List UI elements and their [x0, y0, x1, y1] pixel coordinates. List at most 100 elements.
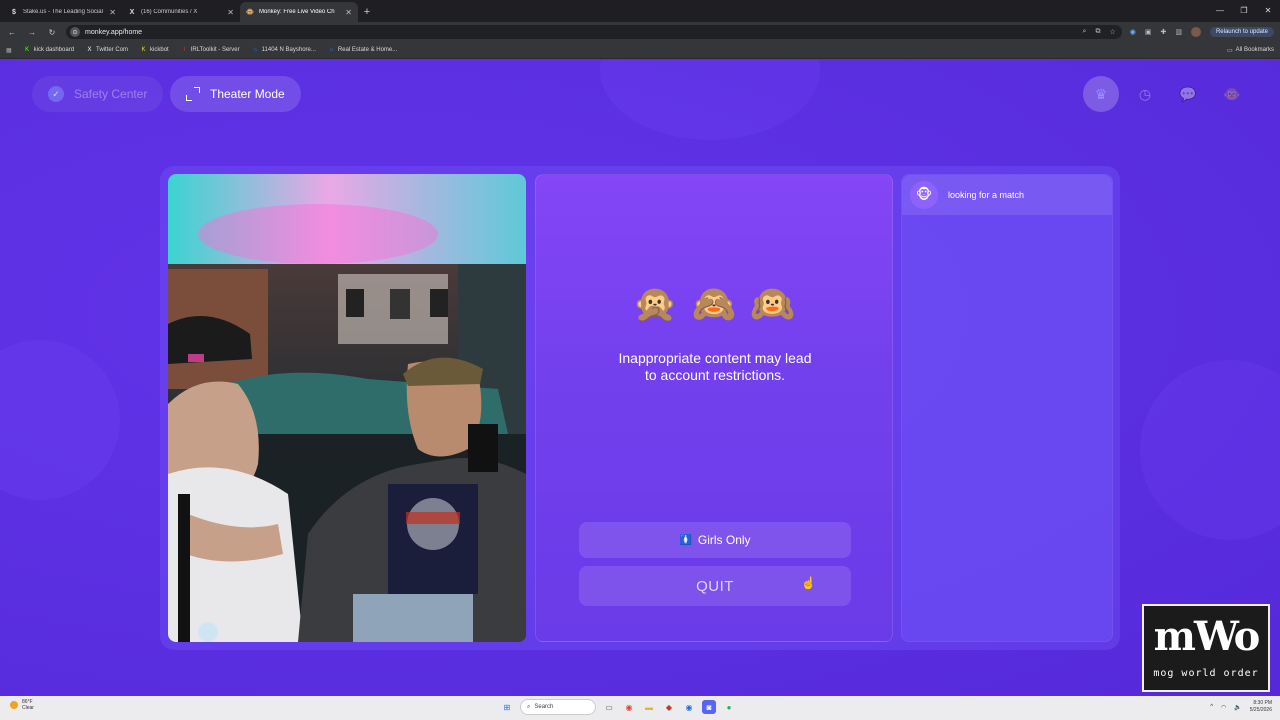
all-bookmarks-button[interactable]: ▭ All Bookmarks [1227, 47, 1274, 54]
close-icon[interactable]: ✕ [109, 8, 116, 17]
content-warning-text: Inappropriate content may lead to accoun… [618, 350, 812, 383]
spotify-icon[interactable]: ● [722, 700, 736, 714]
monkey-avatar: 🐵 [910, 181, 938, 209]
girls-only-label: Girls Only [697, 533, 751, 547]
shield-icon: ✓ [48, 86, 64, 102]
taskbar-apps: ⊞ ⌕ Search ▭ ◉ ▬ ◆ ◉ ◙ ● [500, 699, 736, 715]
all-bookmarks-label: All Bookmarks [1235, 47, 1274, 53]
widgets-icon[interactable]: ▭ [602, 700, 616, 714]
speak-no-evil-monkey-icon: 🙊 [632, 284, 678, 325]
app-icon[interactable]: ◆ [662, 700, 676, 714]
mwo-watermark-logo: mWo mog world order [1142, 604, 1270, 692]
sidepanel-icon[interactable]: ▥ [1175, 28, 1182, 36]
close-icon[interactable]: ✕ [227, 8, 234, 17]
weather-widget[interactable]: 86°F Clear [10, 699, 34, 711]
tab-title: (16) Communities / X [141, 9, 198, 15]
date-text: 5/25/2026 [1249, 707, 1272, 713]
three-monkeys: 🙊 🙈 🙉 [536, 283, 892, 325]
bookmark-label: IRLToolkit - Server [190, 47, 240, 53]
background-blob [0, 340, 120, 500]
time-text: 8:30 PM [1253, 700, 1272, 706]
tab-favicon: $ [12, 8, 16, 16]
forward-icon[interactable]: → [26, 28, 38, 37]
windows-taskbar: 86°F Clear ⊞ ⌕ Search ▭ ◉ ▬ ◆ ◉ ◙ ● ^ ◠ … [0, 696, 1280, 720]
close-icon[interactable]: ✕ [345, 8, 352, 17]
bookmark-item[interactable]: Kkickbot [140, 47, 169, 54]
monkey-avatar-icon[interactable]: 🐵 [1214, 76, 1250, 112]
zoom-icon[interactable]: ⌕ [1083, 28, 1087, 36]
wifi-icon[interactable]: ◠ [1221, 704, 1226, 711]
bookmark-item[interactable]: Kkick dashboard [24, 47, 74, 54]
bookmark-item[interactable]: I IRLToolkit - Server [181, 47, 240, 54]
taskbar-clock[interactable]: 8:30 PM 5/25/2026 [1250, 700, 1272, 714]
system-tray: ^ ◠ 🔈 8:30 PM 5/25/2026 [1210, 700, 1272, 714]
safety-center-button[interactable]: ✓ Safety Center [32, 76, 164, 112]
address-bar-row: ← → ↻ ⊙ monkey.app/home ⌕ ⧉ ☆ ◉ ▣ ✚ ▥ Re… [0, 22, 1280, 42]
windows-start-icon[interactable]: ⊞ [500, 700, 514, 714]
close-window-icon[interactable]: ✕ [1256, 0, 1280, 20]
extensions-area: ◉ ▣ ✚ ▥ Relaunch to update [1130, 27, 1274, 37]
theater-mode-label: Theater Mode [210, 87, 285, 101]
apps-icon[interactable]: ▦ [6, 47, 12, 54]
volume-icon[interactable]: 🔈 [1234, 704, 1241, 711]
tab-title: Monkey: Free Live Video Ch [259, 9, 335, 15]
bookmark-label: Real Estate & Home... [337, 47, 398, 53]
background-blob [600, 60, 820, 140]
female-icon: 🚺 [679, 534, 692, 546]
tab-favicon: X [129, 8, 135, 16]
bookmark-label: 11404 N Bayshore... [261, 47, 316, 53]
background-blob [1140, 360, 1280, 540]
safety-center-label: Safety Center [74, 87, 148, 101]
search-icon: ⌕ [527, 703, 531, 710]
match-status-row: 🐵 looking for a match [902, 175, 1112, 215]
install-icon[interactable]: ⧉ [1095, 28, 1100, 36]
restore-icon[interactable]: ❐ [1232, 0, 1256, 20]
discord-icon[interactable]: ◙ [702, 700, 716, 714]
minimize-icon[interactable]: — [1208, 0, 1232, 20]
bookmark-icon: X [87, 47, 92, 53]
bookmark-icon: ⌂ [329, 47, 334, 53]
self-camera-video [168, 174, 526, 642]
match-status-text: looking for a match [948, 190, 1025, 200]
crown-icon[interactable]: ♛ [1083, 76, 1119, 112]
girls-only-button[interactable]: 🚺 Girls Only [579, 522, 851, 558]
search-label: Search [534, 704, 554, 710]
bookmark-item[interactable]: ⌂ 11404 N Bayshore... [252, 47, 316, 54]
watermark-big-text: mWo [1153, 613, 1261, 660]
theater-mode-button[interactable]: Theater Mode [170, 76, 301, 112]
profile-avatar[interactable] [1190, 27, 1201, 37]
bookmark-icon: ⌂ [253, 47, 257, 53]
bookmark-item[interactable]: X Twitter Com [86, 47, 129, 54]
browser-tab[interactable]: X (16) Communities / X ✕ [122, 2, 240, 22]
browser-tab[interactable]: $ Stake.us - The Leading Social C ✕ [4, 2, 122, 22]
back-icon[interactable]: ← [6, 28, 18, 37]
weather-condition-text: Clear [22, 705, 34, 711]
bookmark-item[interactable]: ⌂ Real Estate & Home... [328, 47, 398, 54]
chrome-icon[interactable]: ◉ [682, 700, 696, 714]
match-panel: 🙊 🙈 🙉 Inappropriate content may lead to … [535, 174, 893, 642]
chat-icon[interactable]: 💬 [1170, 76, 1206, 112]
reload-icon[interactable]: ↻ [46, 28, 58, 37]
file-explorer-icon[interactable]: ▬ [642, 700, 656, 714]
relaunch-button[interactable]: Relaunch to update [1209, 27, 1274, 37]
star-icon[interactable]: ☆ [1109, 28, 1115, 36]
new-tab-button[interactable]: + [358, 2, 376, 22]
puzzle-icon[interactable]: ✚ [1160, 28, 1166, 36]
chat-sidebar: 🐵 looking for a match [901, 174, 1113, 642]
monkey-page: ✓ Safety Center Theater Mode ♛ ◷ 💬 🐵 🙊 🙈… [0, 60, 1280, 696]
tab-favicon: 🐵 [245, 9, 255, 16]
taskbar-search[interactable]: ⌕ Search [520, 699, 596, 715]
site-info-icon[interactable]: ⊙ [70, 27, 80, 37]
expand-icon [186, 87, 200, 101]
bookmark-icon: I [183, 47, 186, 53]
folder-icon: ▭ [1226, 47, 1233, 54]
chrome-icon[interactable]: ◉ [622, 700, 636, 714]
tray-chevron-icon[interactable]: ^ [1210, 704, 1213, 710]
tab-title: Stake.us - The Leading Social C [23, 9, 105, 15]
clock-icon[interactable]: ◷ [1127, 76, 1163, 112]
extension-icon[interactable]: ▣ [1145, 28, 1152, 36]
weather-icon [10, 701, 18, 709]
url-field[interactable]: ⊙ monkey.app/home ⌕ ⧉ ☆ [66, 25, 1122, 39]
browser-tab-active[interactable]: 🐵 Monkey: Free Live Video Ch ✕ [240, 2, 358, 22]
extension-icon[interactable]: ◉ [1130, 28, 1136, 36]
